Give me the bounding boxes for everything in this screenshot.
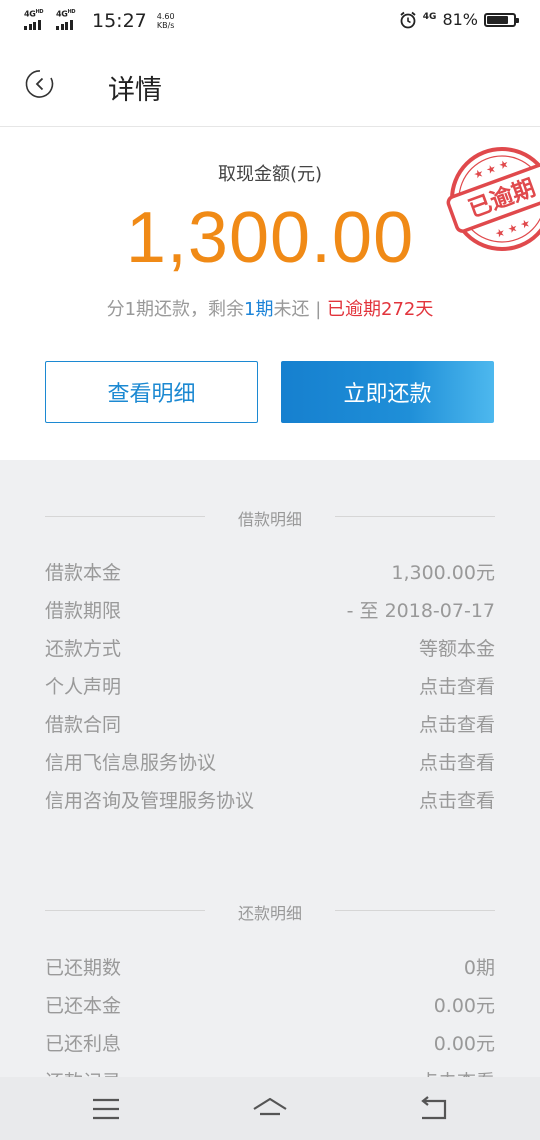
list-item: 借款本金 1,300.00元 [45, 562, 495, 584]
repayment-plan: 分1期还款，剩余1期未还 | 已逾期272天 [106, 299, 434, 320]
view-details-button[interactable]: 查看明细 [45, 361, 258, 423]
home-icon[interactable] [250, 1091, 290, 1127]
details-panel: 借款明细 借款本金 1,300.00元 借款期限 - 至 2018-07-17 还款… [0, 460, 540, 1077]
list-item: 已还期数 0期 [45, 957, 495, 979]
network-type: 4G [422, 11, 437, 22]
signal-icon-sim2: 4GHD [56, 9, 82, 30]
clock: 15:27 [92, 10, 147, 32]
menu-icon[interactable] [86, 1091, 126, 1127]
overdue-stamp: 已逾期 ★ ★ ★ ★ ★ ★ [446, 147, 540, 251]
battery-icon [484, 12, 519, 27]
loan-section-header: 借款明细 [45, 506, 495, 529]
battery-percent: 81% [442, 10, 478, 29]
nav-bar: 详情 [0, 42, 540, 127]
back-icon[interactable] [24, 68, 56, 100]
repay-section-title: 还款明细 [237, 904, 302, 923]
loan-summary: 取现金额(元) 1,300.00 分1期还款，剩余1期未还 | 已逾期272天 … [0, 127, 540, 460]
repay-now-button[interactable]: 立即还款 [281, 361, 494, 423]
page-title: 详情 [108, 75, 162, 106]
alarm-icon [400, 11, 416, 28]
repayment-record-row[interactable]: 还款记录点击查看 [45, 1061, 495, 1077]
info-service-agreement-row[interactable]: 信用飞信息服务协议 点击查看 [45, 742, 495, 780]
system-nav-bar [0, 1077, 540, 1140]
status-bar: 4GHD 4GHD 15:27 4.60 KB/s 4G 81% [0, 0, 540, 42]
list-item: 已还本金 0.00元 [45, 995, 495, 1017]
personal-statement-row[interactable]: 个人声明 点击查看 [45, 666, 495, 704]
status-left: 4GHD 4GHD 15:27 4.60 KB/s [24, 9, 175, 32]
repay-section-header: 还款明细 [45, 900, 495, 923]
list-item: 借款期限 - 至 2018-07-17 [45, 600, 495, 622]
network-speed: 4.60 KB/s [156, 12, 175, 30]
loan-contract-row[interactable]: 借款合同 点击查看 [45, 704, 495, 742]
signal-icon-sim1: 4GHD [24, 9, 50, 30]
list-item: 已还利息 0.00元 [45, 1033, 495, 1055]
list-item: 还款方式 等额本金 [45, 638, 495, 660]
status-right: 4G 81% [399, 10, 519, 29]
loan-section-title: 借款明细 [237, 510, 302, 529]
return-icon[interactable] [414, 1091, 454, 1127]
credit-management-agreement-row[interactable]: 信用咨询及管理服务协议 点击查看 [45, 780, 495, 818]
